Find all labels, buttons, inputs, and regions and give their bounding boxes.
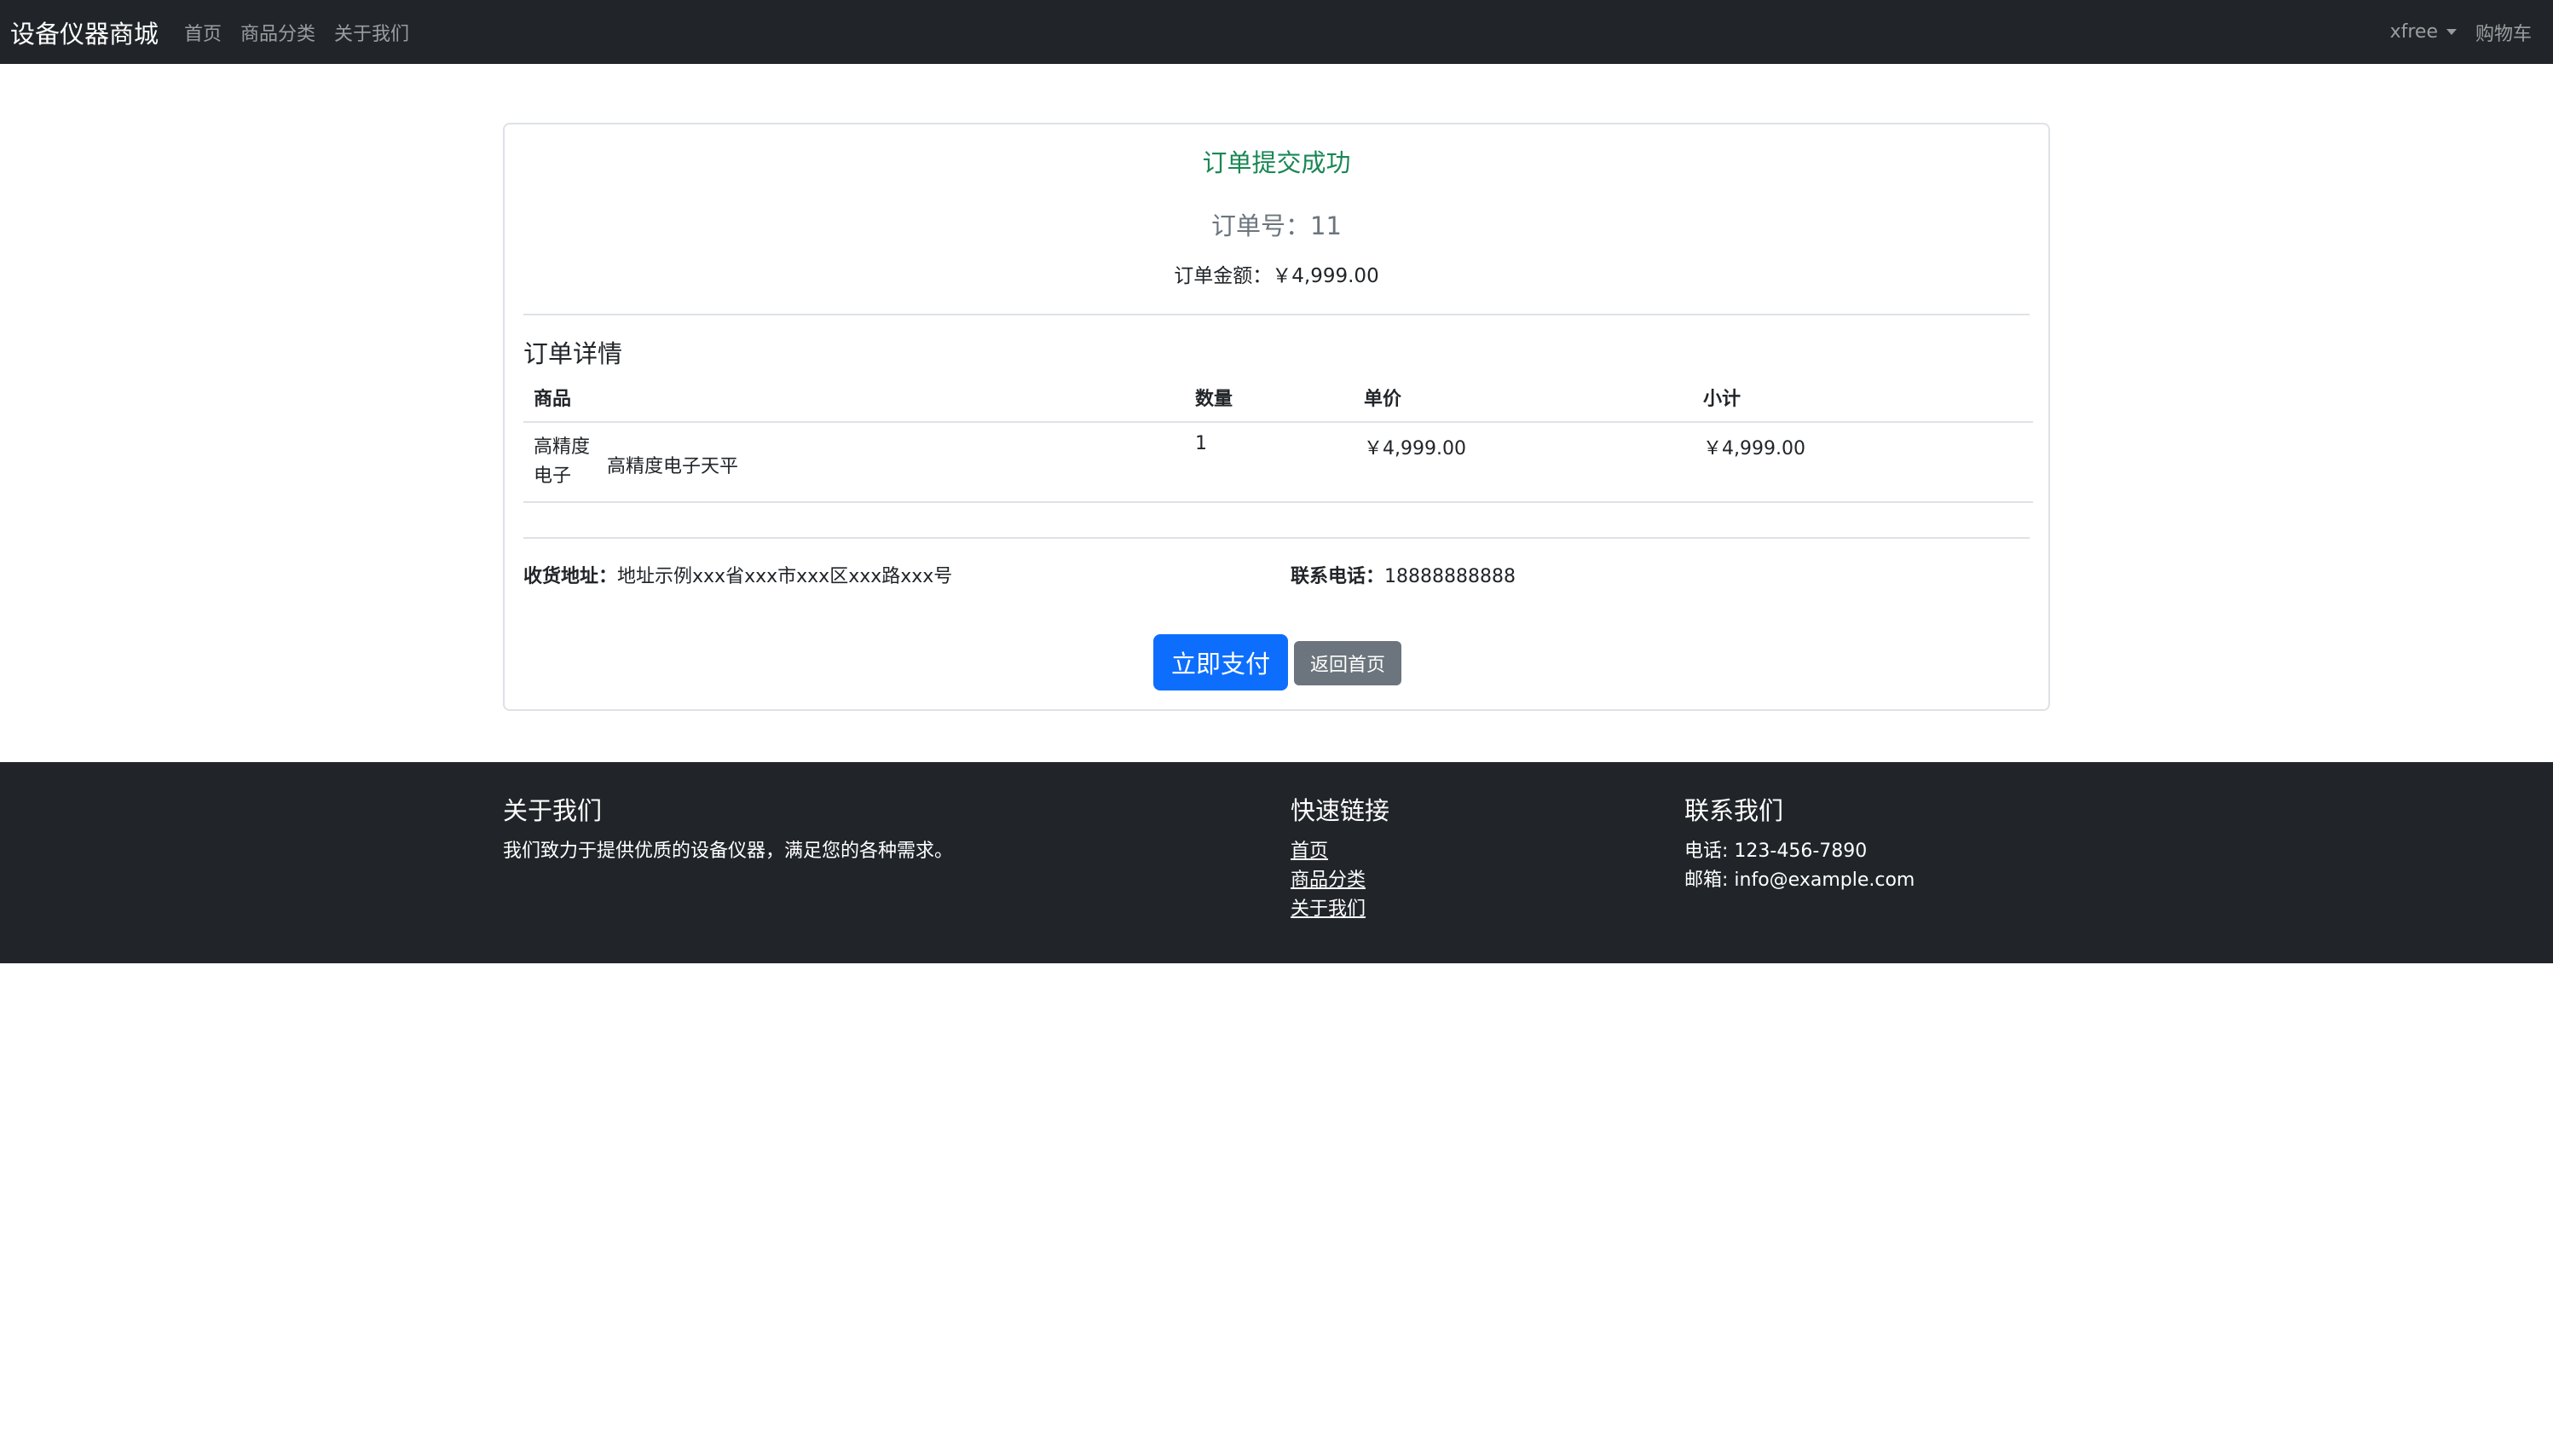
divider bbox=[523, 537, 2030, 539]
contact-phone: 联系电话：18888888888 bbox=[1291, 561, 1516, 588]
top-navbar: 设备仪器商城 首页 商品分类 关于我们 xfree 购物车 bbox=[0, 0, 2553, 64]
footer-quick-links: 快速链接 首页 商品分类 关于我们 bbox=[1291, 791, 1389, 924]
site-footer: 关于我们 我们致力于提供优质的设备仪器，满足您的各种需求。 快速链接 首页 商品… bbox=[0, 762, 2553, 963]
product-cell: 高精度电子 高精度电子天平 bbox=[523, 422, 1185, 503]
footer-links-title: 快速链接 bbox=[1291, 796, 1390, 825]
product-name: 高精度电子天平 bbox=[607, 456, 739, 477]
nav-link-about[interactable]: 关于我们 bbox=[334, 19, 409, 46]
footer-contact-title: 联系我们 bbox=[1684, 796, 1784, 825]
nav-link-cart[interactable]: 购物车 bbox=[2475, 19, 2532, 46]
back-home-button[interactable]: 返回首页 bbox=[1294, 641, 1401, 685]
nav-link-home[interactable]: 首页 bbox=[184, 19, 222, 46]
order-number: 订单号：11 bbox=[505, 206, 2048, 242]
pay-now-button[interactable]: 立即支付 bbox=[1153, 634, 1288, 690]
footer-link-categories[interactable]: 商品分类 bbox=[1291, 870, 1366, 891]
footer-about-title: 关于我们 bbox=[503, 796, 603, 825]
footer-about-text: 我们致力于提供优质的设备仪器，满足您的各种需求。 bbox=[503, 841, 954, 862]
column-header-subtotal: 小计 bbox=[1693, 375, 2033, 423]
order-success-title: 订单提交成功 bbox=[1202, 148, 1351, 177]
brand-logo[interactable]: 设备仪器商城 bbox=[10, 14, 159, 50]
nav-link-categories[interactable]: 商品分类 bbox=[240, 19, 315, 46]
order-amount-label: 订单金额： bbox=[1174, 265, 1273, 287]
order-card: 订单提交成功 订单号：11 订单金额：￥4,999.00 订单详情 商品 数量 … bbox=[503, 123, 2050, 711]
footer-link-about[interactable]: 关于我们 bbox=[1291, 898, 1366, 920]
order-amount: 订单金额：￥4,999.00 bbox=[505, 259, 2048, 288]
caret-down-icon bbox=[2446, 29, 2457, 35]
shipping-address-value: 地址示例xxx省xxx市xxx区xxx路xxx号 bbox=[617, 566, 953, 587]
order-number-value: 11 bbox=[1310, 211, 1342, 240]
order-items-table: 商品 数量 单价 小计 高精度电子 高精度电子天平 1 ￥4,999.00 ￥4… bbox=[523, 375, 2033, 503]
user-dropdown[interactable]: xfree bbox=[2390, 21, 2457, 43]
contact-phone-value: 18888888888 bbox=[1384, 566, 1516, 587]
order-number-label: 订单号： bbox=[1211, 211, 1311, 240]
order-details-title: 订单详情 bbox=[523, 339, 623, 368]
footer-contact: 联系我们 电话: 123-456-7890 邮箱: info@example.c… bbox=[1684, 791, 1915, 895]
footer-contact-email: 邮箱: info@example.com bbox=[1684, 870, 1915, 891]
contact-phone-label: 联系电话： bbox=[1291, 566, 1385, 587]
column-header-unit-price: 单价 bbox=[1354, 375, 1693, 423]
table-header-row: 商品 数量 单价 小计 bbox=[523, 375, 2033, 423]
shipping-address-label: 收货地址： bbox=[523, 566, 618, 587]
unit-price-cell: ￥4,999.00 bbox=[1354, 422, 1693, 503]
footer-link-home[interactable]: 首页 bbox=[1291, 841, 1328, 862]
column-header-quantity: 数量 bbox=[1185, 375, 1354, 423]
table-row: 高精度电子 高精度电子天平 1 ￥4,999.00 ￥4,999.00 bbox=[523, 422, 2033, 503]
shipping-address: 收货地址：地址示例xxx省xxx市xxx区xxx路xxx号 bbox=[523, 561, 952, 588]
subtotal-cell: ￥4,999.00 bbox=[1693, 422, 2033, 503]
product-image-broken: 高精度电子 bbox=[534, 436, 591, 487]
nav-right: xfree 购物车 bbox=[2390, 0, 2532, 64]
order-amount-value: ￥4,999.00 bbox=[1272, 265, 1379, 287]
divider bbox=[523, 314, 2030, 315]
quantity-cell: 1 bbox=[1185, 422, 1354, 503]
footer-about: 关于我们 我们致力于提供优质的设备仪器，满足您的各种需求。 bbox=[503, 791, 953, 866]
nav-links: 首页 商品分类 关于我们 bbox=[184, 19, 409, 46]
footer-contact-phone: 电话: 123-456-7890 bbox=[1684, 841, 1868, 862]
user-name: xfree bbox=[2389, 21, 2438, 43]
column-header-product: 商品 bbox=[523, 375, 1185, 423]
